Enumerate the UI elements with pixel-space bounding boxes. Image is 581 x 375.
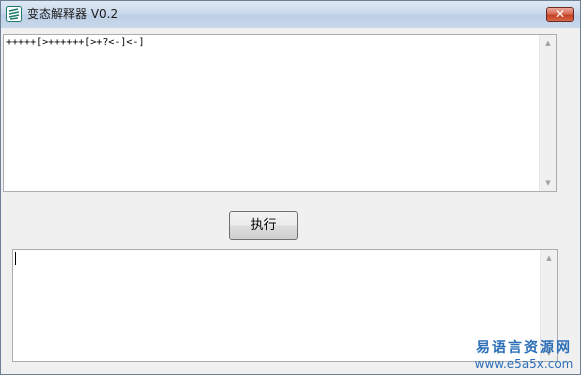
- title-bar[interactable]: 变态解释器 V0.2 ✕: [1, 1, 580, 28]
- window-title: 变态解释器 V0.2: [27, 7, 119, 21]
- watermark: 易语言资源网 www.e5a5x.com: [468, 339, 580, 371]
- scroll-up-arrow-icon[interactable]: ▲: [541, 250, 557, 266]
- code-scrollbar[interactable]: ▲ ▼: [539, 35, 556, 191]
- close-button[interactable]: ✕: [546, 7, 574, 22]
- watermark-brand: 易语言资源网: [476, 340, 572, 356]
- watermark-url: www.e5a5x.com: [474, 357, 574, 371]
- close-icon: ✕: [554, 7, 566, 21]
- app-icon: [6, 6, 22, 22]
- app-window: 变态解释器 V0.2 ✕ +++++[>++++++[>+?<-]<-] ▲ ▼…: [0, 0, 581, 375]
- code-text: +++++[>++++++[>+?<-]<-]: [6, 37, 145, 48]
- code-input[interactable]: +++++[>++++++[>+?<-]<-] ▲ ▼: [3, 34, 557, 192]
- scroll-up-arrow-icon[interactable]: ▲: [540, 35, 556, 51]
- text-caret: [15, 252, 16, 265]
- scroll-down-arrow-icon[interactable]: ▼: [540, 175, 556, 191]
- run-button[interactable]: 执行: [229, 211, 298, 240]
